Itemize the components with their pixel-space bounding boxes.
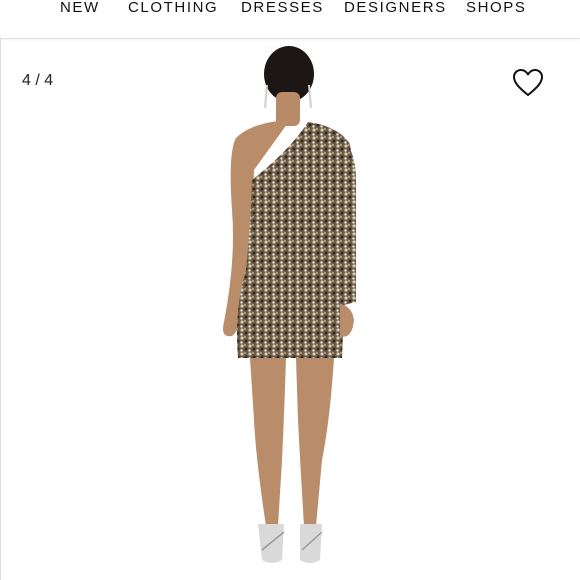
product-image[interactable] xyxy=(0,40,580,580)
heart-outline-icon[interactable] xyxy=(512,68,544,98)
top-navigation: NEW CLOTHING DRESSES DESIGNERS SHOPS xyxy=(0,0,580,39)
nav-item-designers[interactable]: DESIGNERS xyxy=(344,0,447,16)
nav-item-dresses[interactable]: DRESSES xyxy=(241,0,324,16)
nav-item-shops[interactable]: SHOPS xyxy=(466,0,527,16)
image-counter: 4 / 4 xyxy=(22,72,54,89)
nav-item-clothing[interactable]: CLOTHING xyxy=(128,0,218,16)
nav-item-new[interactable]: NEW xyxy=(60,0,100,16)
